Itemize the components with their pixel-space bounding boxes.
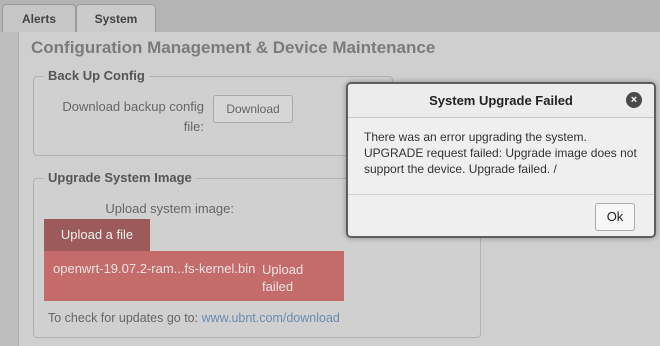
upgrade-image-legend: Upgrade System Image <box>44 170 196 185</box>
upgrade-failed-dialog: System Upgrade Failed × There was an err… <box>346 82 656 238</box>
dialog-title: System Upgrade Failed <box>429 93 573 108</box>
tab-alerts[interactable]: Alerts <box>2 4 76 32</box>
dialog-message: There was an error upgrading the system.… <box>364 130 637 176</box>
check-updates-text: To check for updates go to: www.ubnt.com… <box>48 311 340 325</box>
upload-status-bar: openwrt-19.07.2-ram...fs-kernel.bin Uplo… <box>44 251 344 301</box>
backup-config-label: Download backup config file: <box>62 99 204 134</box>
dialog-header: System Upgrade Failed × <box>348 84 654 118</box>
download-button[interactable]: Download <box>213 95 293 123</box>
ok-button[interactable]: Ok <box>595 203 635 231</box>
uploaded-file-name: openwrt-19.07.2-ram...fs-kernel.bin <box>53 261 256 276</box>
upload-file-button[interactable]: Upload a file <box>44 219 150 251</box>
upload-status-text: Upload failed <box>262 262 304 294</box>
tab-system[interactable]: System <box>76 4 156 32</box>
dialog-footer: Ok <box>348 194 654 236</box>
close-icon[interactable]: × <box>626 92 642 108</box>
backup-config-section: Back Up Config Download backup config fi… <box>33 68 393 156</box>
check-updates-label: To check for updates go to: <box>48 311 199 325</box>
page-title: Configuration Management & Device Mainte… <box>31 38 436 57</box>
updates-link[interactable]: www.ubnt.com/download <box>202 311 340 325</box>
tab-bar: Alerts System <box>0 0 660 32</box>
upload-image-label: Upload system image: <box>105 201 234 216</box>
backup-config-legend: Back Up Config <box>44 68 149 83</box>
